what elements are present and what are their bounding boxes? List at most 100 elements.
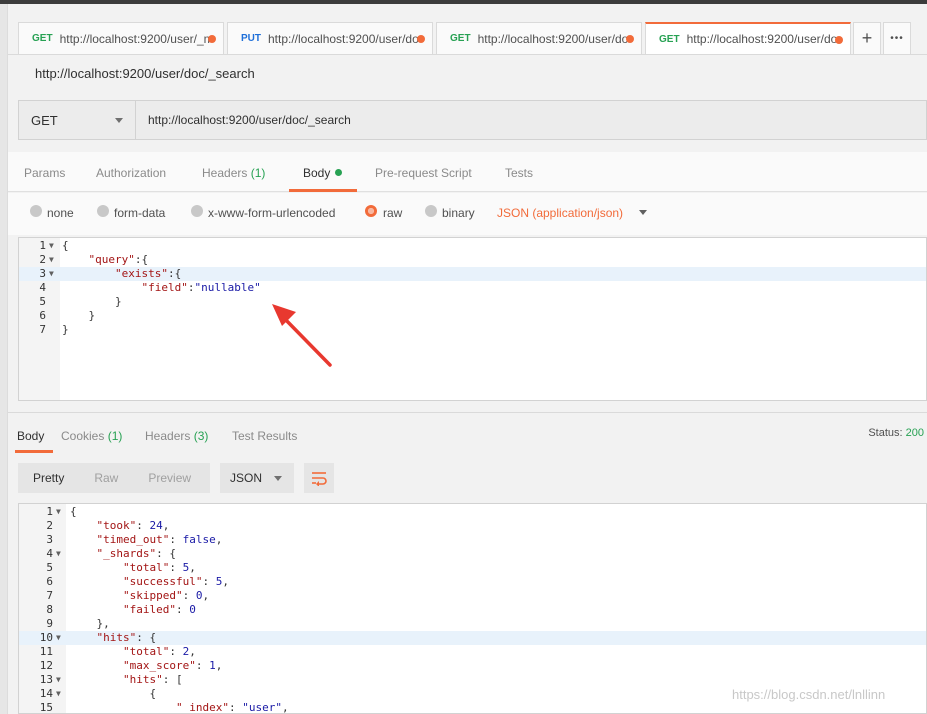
- fold-toggle-icon[interactable]: ▼: [56, 673, 61, 687]
- tab-url: http://localhost:9200/user/do: [268, 31, 418, 46]
- active-tab-indicator: [15, 450, 53, 453]
- code-line: 6 }: [19, 309, 926, 323]
- view-pretty-button[interactable]: Pretty: [18, 471, 79, 485]
- code-line: 15 "_index": "user",: [19, 701, 926, 714]
- response-headers-count: (3): [193, 429, 209, 443]
- radio-none[interactable]: [30, 205, 42, 217]
- tab-headers[interactable]: Headers (1): [202, 166, 265, 180]
- fold-toggle-icon[interactable]: ▼: [49, 253, 54, 267]
- line-number: 1: [46, 505, 53, 518]
- tab-method: GET: [450, 33, 471, 44]
- line-number: 14: [39, 687, 53, 700]
- tab-url: http://localhost:9200/user/_m: [59, 31, 210, 46]
- tab-pre-request-script[interactable]: Pre-request Script: [375, 166, 472, 180]
- request-tabs: GET http://localhost:9200/user/_m PUT ht…: [18, 22, 854, 54]
- label-none: none: [47, 206, 74, 220]
- fold-toggle-icon[interactable]: ▼: [56, 631, 61, 645]
- code-line: 1 ▼ {: [19, 505, 926, 519]
- chevron-down-icon[interactable]: [639, 210, 647, 215]
- label-raw: raw: [383, 206, 403, 220]
- code-line: 5 }: [19, 295, 926, 309]
- line-number: 6: [39, 309, 46, 322]
- code-text: "_index": "user",: [175, 701, 289, 714]
- tab-method: GET: [32, 33, 53, 44]
- request-tab-1[interactable]: GET http://localhost:9200/user/_m: [18, 22, 224, 54]
- line-number: 9: [46, 617, 53, 630]
- line-number: 11: [39, 645, 53, 658]
- response-tab-headers[interactable]: Headers (3): [145, 429, 208, 443]
- code-text: {: [62, 239, 69, 252]
- tab-headers-label: Headers: [202, 166, 248, 180]
- response-body-viewer[interactable]: 1 ▼{2 "took": 24, 3 "timed_out": false, 4 ▼ …: [18, 503, 927, 714]
- code-line: 2 "took": 24,: [19, 519, 926, 533]
- view-raw-button[interactable]: Raw: [79, 471, 133, 485]
- url-input[interactable]: http://localhost:9200/user/doc/_search: [136, 101, 926, 139]
- radio-urlencoded[interactable]: [191, 205, 203, 217]
- view-mode-group: Pretty Raw Preview: [18, 463, 210, 493]
- line-number: 5: [46, 561, 53, 574]
- body-type-options: none form-data x-www-form-urlencoded raw…: [8, 193, 927, 235]
- code-line: 7 "skipped": 0,: [19, 589, 926, 603]
- code-text: }: [62, 295, 122, 308]
- code-text: "skipped": 0,: [122, 589, 210, 602]
- code-line: 9 },: [19, 617, 926, 631]
- response-status: Status: 200: [868, 427, 924, 439]
- radio-raw[interactable]: [365, 205, 377, 217]
- code-text: }: [62, 323, 69, 336]
- line-number: 1: [39, 239, 46, 252]
- fold-toggle-icon[interactable]: ▼: [56, 547, 61, 561]
- content-type-select[interactable]: JSON (application/json): [497, 206, 623, 220]
- code-text: "max_score": 1,: [122, 659, 223, 672]
- tab-authorization[interactable]: Authorization: [96, 166, 166, 180]
- view-preview-button[interactable]: Preview: [133, 471, 206, 485]
- line-number: 5: [39, 295, 46, 308]
- line-number: 8: [46, 603, 53, 616]
- label-form-data: form-data: [114, 206, 166, 220]
- code-text: }: [62, 309, 96, 322]
- fold-toggle-icon[interactable]: ▼: [49, 267, 54, 281]
- code-text: "query":{: [88, 253, 149, 266]
- tab-body[interactable]: Body: [303, 166, 343, 180]
- response-tab-test-results[interactable]: Test Results: [232, 429, 297, 443]
- wrap-lines-button[interactable]: [304, 463, 334, 493]
- watermark: https://blog.csdn.net/lnllinn: [732, 687, 886, 702]
- request-tab-2[interactable]: PUT http://localhost:9200/user/do: [227, 22, 433, 54]
- format-value: JSON: [230, 471, 263, 485]
- code-line: 7}: [19, 323, 926, 337]
- request-title[interactable]: http://localhost:9200/user/doc/_search: [35, 66, 255, 81]
- request-tab-4[interactable]: GET http://localhost:9200/user/do: [645, 22, 851, 54]
- fold-toggle-icon[interactable]: ▼: [56, 687, 61, 701]
- code-line: 8 "failed": 0: [19, 603, 926, 617]
- code-line: 2 ▼ "query":{: [19, 253, 926, 267]
- fold-toggle-icon[interactable]: ▼: [49, 239, 54, 253]
- format-select[interactable]: JSON: [220, 463, 294, 493]
- request-tab-3[interactable]: GET http://localhost:9200/user/do: [436, 22, 642, 54]
- tab-tests[interactable]: Tests: [505, 166, 533, 180]
- fold-toggle-icon[interactable]: ▼: [56, 505, 61, 519]
- active-tab-indicator: [289, 189, 357, 192]
- tab-params[interactable]: Params: [24, 166, 65, 180]
- code-text: },: [70, 617, 110, 630]
- code-line: 11 "total": 2,: [19, 645, 926, 659]
- response-section-tabs: Body Cookies (1) Headers (3) Test Result…: [8, 412, 927, 453]
- response-tab-body[interactable]: Body: [17, 429, 44, 443]
- status-code: 200: [905, 427, 924, 439]
- line-number: 12: [39, 659, 53, 672]
- radio-binary[interactable]: [425, 205, 437, 217]
- code-text: {: [70, 687, 157, 700]
- sidebar-edge: [0, 4, 8, 714]
- new-tab-button[interactable]: +: [853, 22, 881, 54]
- method-select[interactable]: GET: [19, 101, 136, 139]
- line-number: 4: [39, 281, 46, 294]
- tab-options-button[interactable]: •••: [883, 22, 911, 54]
- label-urlencoded: x-www-form-urlencoded: [208, 206, 336, 220]
- code-line: 4 ▼ "_shards": {: [19, 547, 926, 561]
- chevron-down-icon: [274, 476, 282, 481]
- code-text: "took": 24,: [96, 519, 170, 532]
- annotation-arrow-icon: [272, 304, 332, 367]
- code-line: 4 "field":"nullable": [19, 281, 926, 295]
- request-body-editor[interactable]: 1 ▼{2 ▼ "query":{3 ▼ "exists":{4 "field":"n…: [18, 237, 927, 401]
- code-line: 13 ▼ "hits": [: [19, 673, 926, 687]
- response-tab-cookies[interactable]: Cookies (1): [61, 429, 122, 443]
- radio-form-data[interactable]: [97, 205, 109, 217]
